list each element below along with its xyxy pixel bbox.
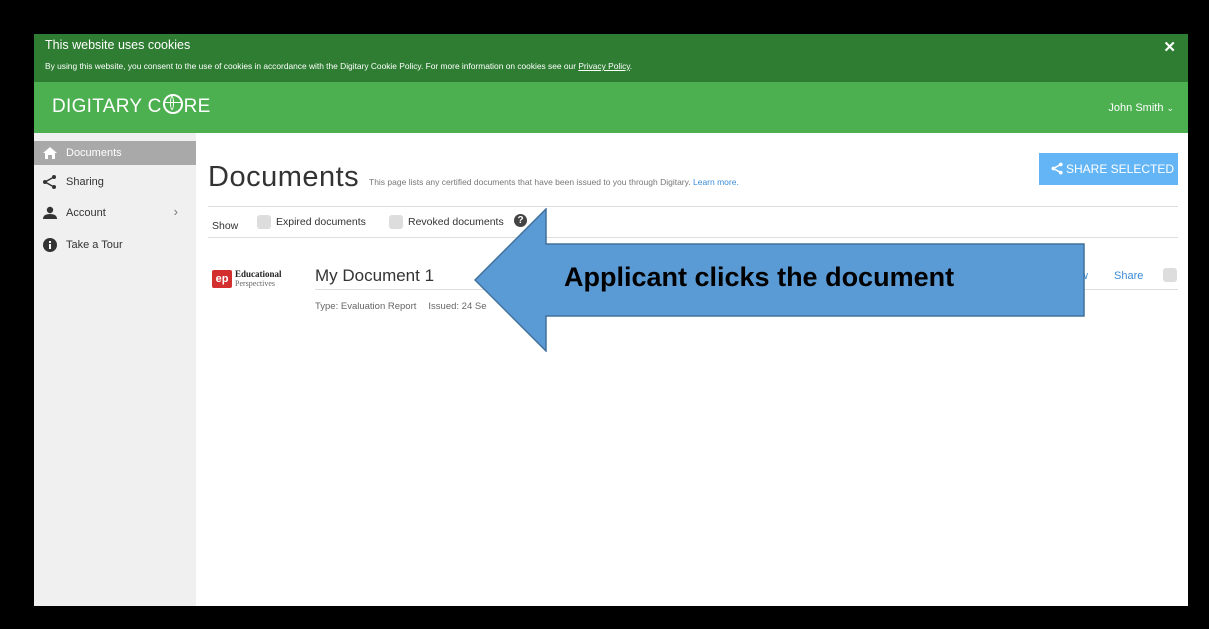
document-meta: Type: Evaluation Report Issued: 24 Se: [315, 301, 487, 312]
cookie-banner-message: By using this website, you consent to th…: [45, 61, 576, 71]
chevron-down-icon: ⌄: [1166, 103, 1174, 113]
cookie-banner-text: By using this website, you consent to th…: [45, 61, 632, 71]
issuer-logo-mark: ep: [212, 270, 232, 288]
revoked-documents-checkbox[interactable]: [389, 215, 403, 229]
sidebar-item-label: Documents: [66, 147, 122, 159]
issuer-name: Educational: [235, 269, 282, 279]
document-select-checkbox[interactable]: [1163, 268, 1177, 282]
brand-logo[interactable]: DIGITARY C RE: [52, 94, 211, 118]
annotation-text: Applicant clicks the document: [564, 262, 955, 292]
info-icon: [43, 238, 57, 252]
learn-more-link[interactable]: Learn more.: [693, 177, 739, 187]
divider: [208, 206, 1178, 207]
page-description-text: This page lists any certified documents …: [369, 177, 691, 187]
close-icon[interactable]: ✕: [1163, 38, 1176, 56]
home-icon: [43, 147, 57, 159]
sidebar-item-sharing[interactable]: Sharing: [34, 170, 196, 194]
cookie-banner-period: .: [629, 61, 633, 71]
privacy-policy-link[interactable]: Privacy Policy: [578, 61, 630, 71]
sidebar-item-label: Account: [66, 207, 106, 219]
app-header: DIGITARY C RE John Smith ⌄: [34, 82, 1188, 133]
page-title: Documents: [208, 161, 360, 193]
share-document-link[interactable]: Share: [1114, 270, 1143, 282]
sidebar-item-label: Sharing: [66, 176, 104, 188]
user-icon: [43, 206, 57, 219]
globe-icon: [162, 94, 183, 114]
sidebar-item-account[interactable]: Account ›: [34, 201, 196, 225]
page-description: This page lists any certified documents …: [369, 177, 739, 187]
brand-text-start: DIGITARY C: [52, 96, 162, 117]
sidebar-item-documents[interactable]: Documents: [34, 141, 196, 165]
expired-documents-label[interactable]: Expired documents: [276, 216, 366, 228]
sidebar-item-label: Take a Tour: [66, 239, 123, 251]
issuer-logo: ep Educational Perspectives: [212, 268, 302, 298]
share-icon: [43, 175, 56, 189]
annotation-callout: Applicant clicks the document: [473, 207, 1086, 353]
document-type: Type: Evaluation Report: [315, 301, 417, 312]
sidebar: Documents Sharing Account › Take a Tour: [34, 133, 196, 606]
cookie-banner-title: This website uses cookies: [45, 38, 191, 52]
user-menu[interactable]: John Smith ⌄: [1108, 102, 1174, 114]
issuer-name-sub: Perspectives: [235, 279, 275, 288]
share-selected-label: SHARE SELECTED: [1066, 162, 1175, 176]
user-name: John Smith: [1108, 102, 1164, 114]
share-icon: [1051, 162, 1063, 175]
brand-text-end: RE: [183, 96, 211, 117]
sidebar-item-take-a-tour[interactable]: Take a Tour: [34, 233, 196, 257]
chevron-right-icon: ›: [173, 204, 178, 219]
main-content: Documents This page lists any certified …: [196, 133, 1188, 606]
show-label: Show: [212, 220, 239, 232]
document-title[interactable]: My Document 1: [315, 266, 434, 286]
expired-documents-checkbox[interactable]: [257, 215, 271, 229]
share-selected-button[interactable]: SHARE SELECTED: [1039, 153, 1178, 185]
cookie-banner: This website uses cookies By using this …: [34, 34, 1188, 82]
